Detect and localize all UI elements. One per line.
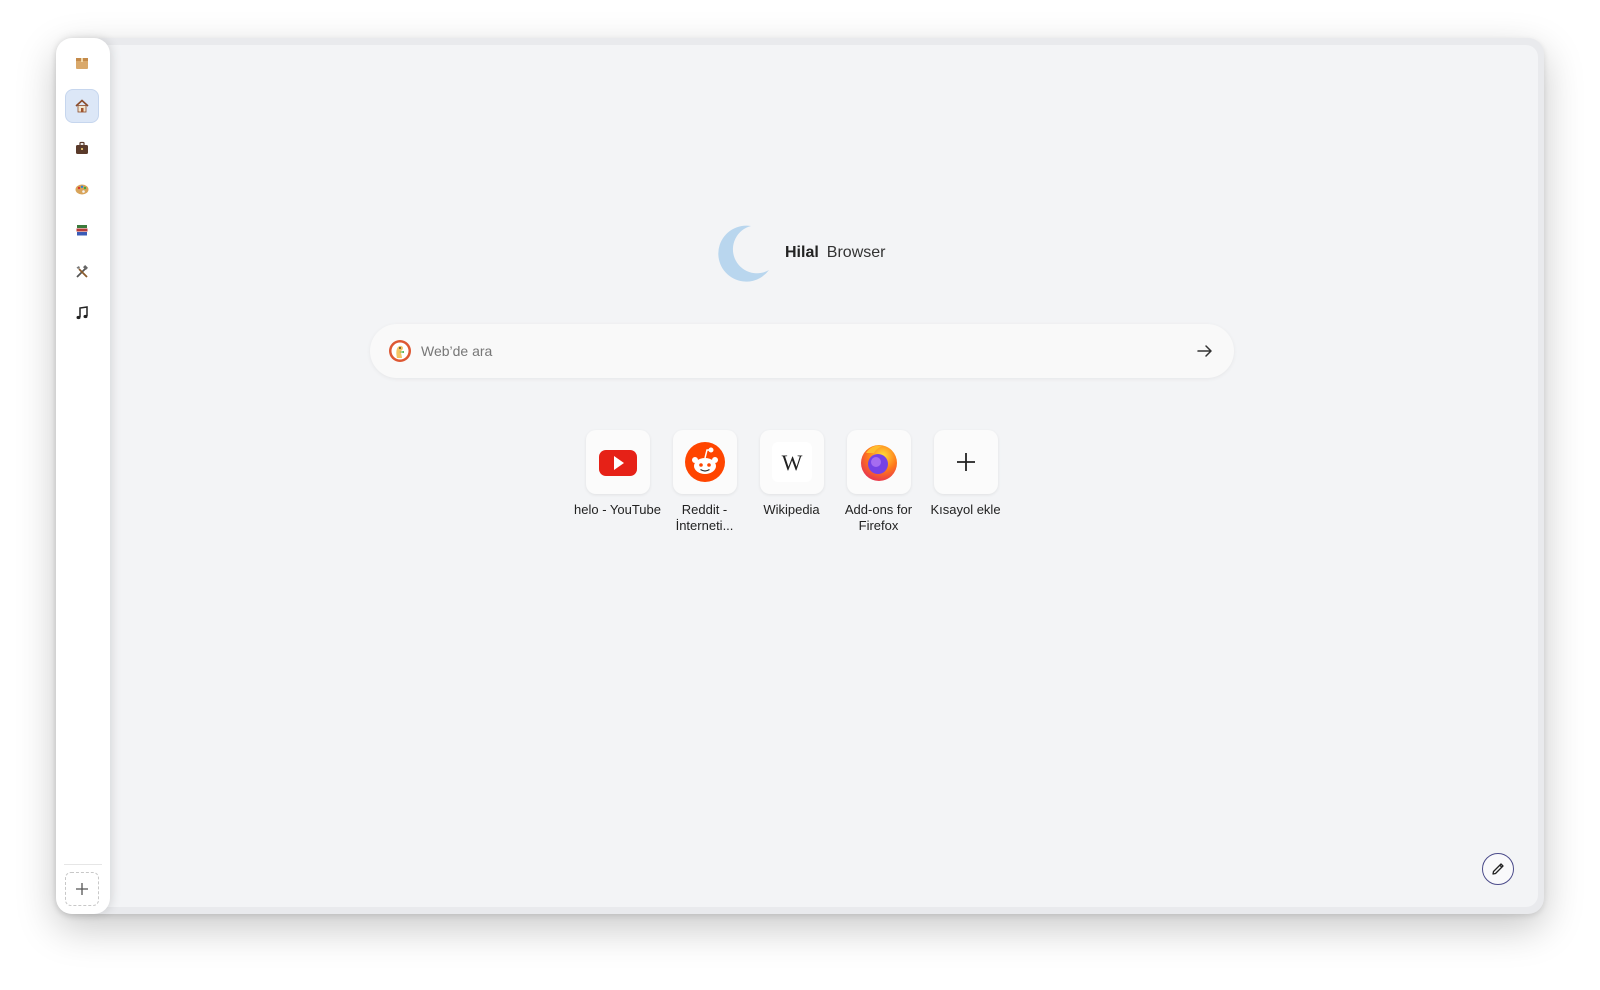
wikipedia-icon: W [771, 442, 812, 482]
shortcut-tile[interactable] [672, 430, 737, 494]
shortcut-firefox-addons[interactable]: Add-ons for Firefox [835, 430, 922, 534]
books-icon [76, 225, 88, 236]
workspace-tools[interactable] [65, 255, 99, 289]
arrow-right-icon[interactable] [1194, 340, 1216, 362]
workspace-books[interactable] [65, 213, 99, 247]
shortcut-reddit[interactable]: Reddit - İnterneti... [661, 430, 748, 534]
add-shortcut-button[interactable]: Kısayol ekle [922, 430, 1009, 534]
shortcut-label: Reddit - İnterneti... [675, 502, 734, 533]
shortcut-label: Wikipedia [763, 502, 820, 517]
tools-icon [76, 265, 88, 278]
brand-name-light: Browser [826, 244, 886, 261]
plus-icon [76, 883, 88, 895]
palette-icon [75, 184, 89, 195]
shortcut-youtube[interactable]: helo - YouTube [574, 430, 661, 534]
shortcut-tile[interactable]: W [759, 430, 824, 494]
pencil-icon [1492, 863, 1504, 875]
workspace-art[interactable] [65, 172, 99, 206]
add-workspace-button[interactable] [65, 872, 99, 906]
customize-button[interactable] [1482, 853, 1514, 885]
shortcut-label: Add-ons for Firefox [844, 502, 913, 533]
box-icon [76, 58, 88, 69]
shortcut-tile[interactable] [846, 430, 911, 494]
music-note-icon [76, 306, 88, 320]
shortcut-grid: helo - YouTube Reddit - İnterneti... W W… [574, 430, 1009, 534]
workspace-music[interactable] [65, 296, 99, 330]
house-icon [75, 99, 89, 113]
shortcut-wikipedia[interactable]: W Wikipedia [748, 430, 835, 534]
reddit-icon [684, 442, 725, 482]
svg-text:W: W [781, 450, 802, 475]
workspace-sidebar [56, 38, 110, 914]
brand-header: Hilal Browser [707, 218, 885, 288]
brand-title: Hilal Browser [785, 244, 885, 262]
shortcut-tile[interactable] [933, 430, 998, 494]
crescent-moon-icon [718, 225, 769, 282]
shortcut-tile[interactable] [585, 430, 650, 494]
brand-name-bold: Hilal [785, 244, 819, 261]
search-bar [370, 324, 1234, 378]
plus-icon [956, 453, 975, 471]
briefcase-icon [76, 141, 88, 154]
shortcut-label: Kısayol ekle [930, 502, 1001, 517]
search-input[interactable] [419, 342, 1194, 360]
firefox-icon [860, 445, 897, 481]
new-tab-page: Hilal Browser helo - YouTube [104, 45, 1538, 907]
workspace-box[interactable] [65, 46, 99, 80]
sidebar-divider [64, 864, 102, 865]
workspace-home[interactable] [65, 89, 99, 123]
duckduckgo-icon[interactable] [388, 339, 412, 363]
shortcut-label: helo - YouTube [574, 502, 661, 517]
youtube-icon [598, 450, 637, 476]
workspace-work[interactable] [65, 131, 99, 165]
